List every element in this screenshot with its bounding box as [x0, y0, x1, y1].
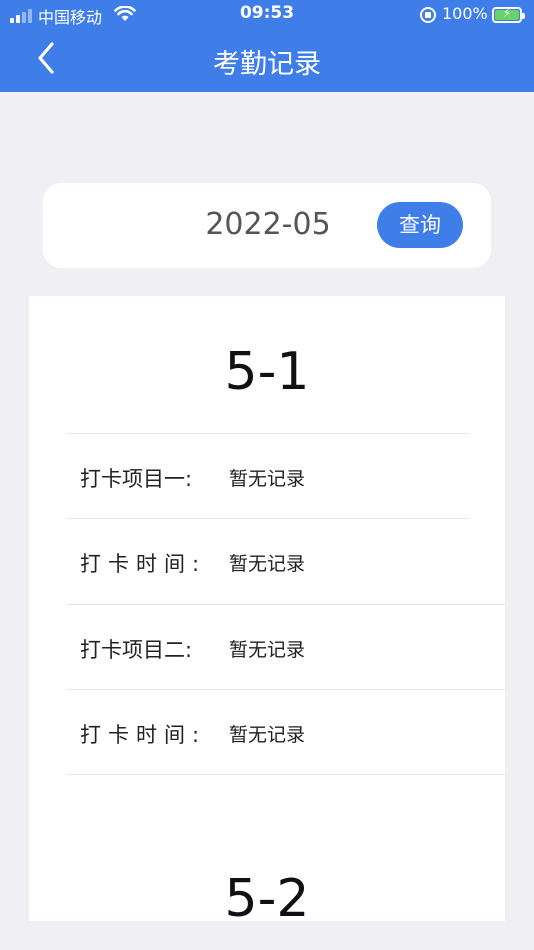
app-header: 中国移动 09:53 100% ⚡ 考勤记录	[0, 0, 534, 92]
record-value: 暂无记录	[229, 468, 306, 490]
record-value: 暂无记录	[229, 724, 306, 746]
record-label: 打卡项目一:	[80, 467, 193, 491]
record-value: 暂无记录	[229, 639, 306, 661]
page-title: 考勤记录	[213, 49, 321, 80]
record-label: 打卡项目二:	[80, 638, 193, 662]
battery-percentage: 100%	[442, 4, 488, 23]
record-label: 打卡时间:	[80, 723, 207, 747]
divider	[66, 518, 468, 519]
month-query-card: 2022-05 查询	[43, 183, 491, 268]
attendance-records-list: 5-1 打卡项目一: 暂无记录 打卡时间: 暂无记录 打卡项目二: 暂无记录 打…	[29, 296, 505, 921]
day-heading: 5-1	[224, 342, 310, 402]
divider	[66, 433, 468, 434]
month-picker[interactable]: 2022-05	[153, 205, 383, 245]
divider	[66, 774, 505, 775]
day-heading: 5-2	[224, 869, 310, 921]
record-value: 暂无记录	[229, 553, 306, 575]
divider	[66, 604, 505, 605]
record-label: 打卡时间:	[80, 552, 207, 576]
divider	[66, 689, 505, 690]
query-button[interactable]: 查询	[377, 202, 463, 248]
orientation-lock-icon	[420, 7, 436, 23]
battery-icon: ⚡	[492, 6, 525, 23]
status-bar: 中国移动 09:53 100% ⚡	[0, 0, 534, 30]
